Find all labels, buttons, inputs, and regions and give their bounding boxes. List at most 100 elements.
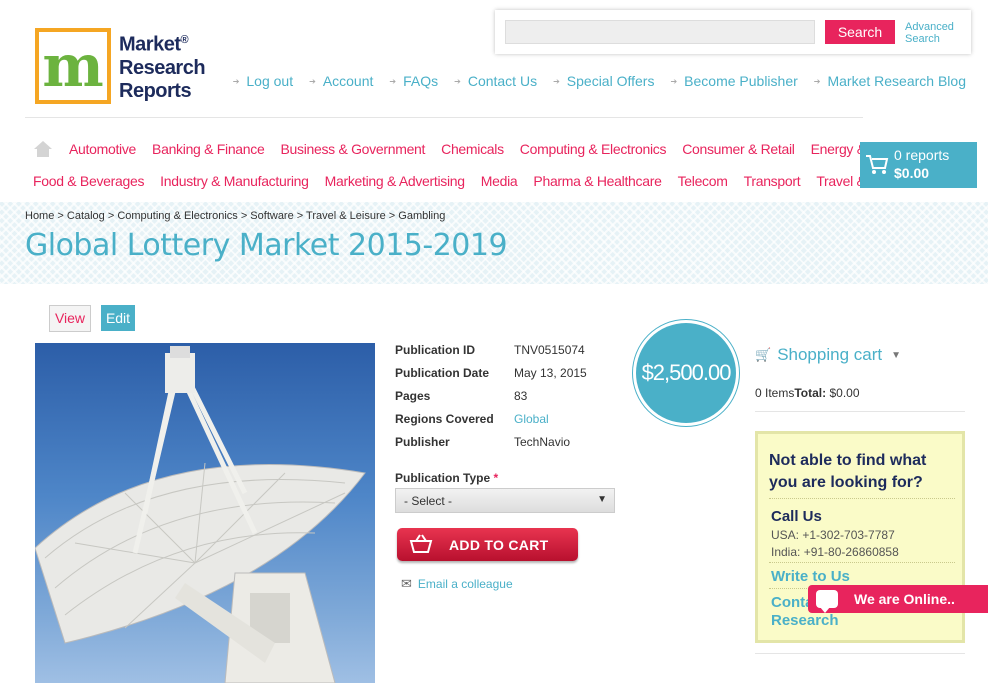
chevron-down-icon: ▼ [891,349,901,361]
home-icon[interactable] [33,140,53,158]
chat-bubble-icon [816,590,838,613]
registered-mark: ® [180,34,189,47]
product-image [35,343,375,683]
cart-items-count: 0 Items [755,386,795,400]
publication-type-label-text: Publication Type [395,471,491,485]
top-link-contact[interactable]: ➔ Contact Us [454,73,537,89]
chat-label: We are Online.. [854,591,955,607]
usa-phone: USA: +1-302-703-7787 [771,528,895,542]
top-link-label: FAQs [403,73,439,89]
detail-value: May 13, 2015 [514,366,587,380]
help-divider [769,498,955,499]
category-consumer-retail[interactable]: Consumer & Retail [682,141,795,158]
page-title: Global Lottery Market 2015-2019 [25,228,508,263]
top-link-logout[interactable]: ➔ Log out [233,73,293,89]
advanced-search-line-1: Advanced [905,21,954,33]
regions-link[interactable]: Global [514,412,549,426]
detail-label: Publication Date [395,366,490,380]
header-divider [25,117,863,118]
publication-type-select[interactable]: - Select - ▼ [395,488,615,513]
detail-value: 83 [514,389,528,403]
search-button[interactable]: Search [825,20,895,44]
arrow-icon: ➔ [454,76,461,86]
cart-total: $0.00 [894,165,930,181]
arrow-icon: ➔ [309,76,316,86]
top-link-account[interactable]: ➔ Account [309,73,373,89]
category-chemicals[interactable]: Chemicals [441,141,504,158]
live-chat-button[interactable]: We are Online.. [808,585,988,613]
category-banking-finance[interactable]: Banking & Finance [152,141,265,158]
logo[interactable]: m Market® Research Reports [35,28,206,104]
category-nav-row-2: Food & Beverages Industry & Manufacturin… [33,173,913,189]
advanced-search-line-2: Search [905,33,940,45]
top-link-special-offers[interactable]: ➔ Special Offers [553,73,654,89]
detail-row-publisher: Publisher TechNavio [395,435,625,451]
price-badge: $2,500.00 [636,323,736,423]
cart-icon: 🛒 [755,347,772,362]
detail-row-publication-date: Publication Date May 13, 2015 [395,366,625,382]
top-links: ➔ Log out ➔ Account ➔ FAQs ➔ Contact Us ➔ Spe… [233,73,966,89]
category-marketing-advertising[interactable]: Marketing & Advertising [325,173,465,189]
category-transport[interactable]: Transport [744,173,801,189]
arrow-icon: ➔ [670,76,678,86]
search-input[interactable] [505,20,815,44]
detail-row-pages: Pages 83 [395,389,625,405]
category-pharma-healthcare[interactable]: Pharma & Healthcare [533,173,661,189]
basket-icon [409,534,433,553]
logo-letter: m [42,32,104,100]
title-band: Home > Catalog > Computing & Electronics… [0,202,988,284]
publication-type-label: Publication Type * [395,471,498,485]
logo-line-3: Reports [119,79,192,102]
write-to-us-link[interactable]: Write to Us [771,568,850,585]
shopping-cart-title: Shopping cart [777,345,883,364]
required-marker: * [493,471,499,485]
top-link-label: Contact Us [467,73,538,89]
select-value: - Select - [404,494,453,508]
arrow-icon: ➔ [813,76,821,86]
email-colleague-link[interactable]: ✉ Email a colleague [401,576,513,592]
cart-icon [866,155,889,174]
top-link-label: Account [322,73,374,89]
call-us-heading: Call Us [771,508,822,525]
top-link-label: Become Publisher [684,73,798,89]
logo-line-1: Market [119,33,181,56]
category-telecom[interactable]: Telecom [678,173,728,189]
category-automotive[interactable]: Automotive [69,141,136,158]
detail-label: Publisher [395,435,450,449]
tab-view[interactable]: View [49,305,91,332]
top-link-become-publisher[interactable]: ➔ Become Publisher [670,73,797,89]
category-industry-manufacturing[interactable]: Industry & Manufacturing [160,173,309,189]
arrow-icon: ➔ [389,76,397,86]
dropdown-caret-icon: ▼ [597,494,607,505]
top-link-label: Special Offers [566,73,655,89]
logo-text: Market® Research Reports [119,29,206,103]
top-link-label: Log out [246,73,294,89]
india-phone: India: +91-80-26860858 [771,545,899,559]
category-nav-row-1: Automotive Banking & Finance Business & … [33,141,912,158]
help-divider [769,562,955,563]
cart-total-value: $0.00 [826,386,860,400]
tab-edit[interactable]: Edit [101,305,135,331]
top-link-blog[interactable]: ➔ Market Research Blog [814,73,966,89]
logo-line-2: Research [119,56,206,79]
detail-label: Pages [395,389,431,403]
help-title: Not able to find what you are looking fo… [769,452,927,491]
category-computing-electronics[interactable]: Computing & Electronics [520,141,667,158]
logo-mark: m [35,28,111,104]
breadcrumb[interactable]: Home > Catalog > Computing & Electronics… [25,210,445,222]
category-media[interactable]: Media [481,173,518,189]
header-cart[interactable]: 0 reports $0.00 [860,142,977,188]
top-link-faqs[interactable]: ➔ FAQs [389,73,438,89]
top-link-label: Market Research Blog [827,73,966,89]
add-to-cart-label: ADD TO CART [449,537,549,553]
cart-total-label: Total: [794,386,827,400]
shopping-cart-heading[interactable]: 🛒 Shopping cart ▼ [755,345,901,365]
email-colleague-label: Email a colleague [417,577,513,591]
detail-label: Regions Covered [395,412,494,426]
arrow-icon: ➔ [553,76,560,86]
add-to-cart-button[interactable]: ADD TO CART [397,528,578,561]
category-business-government[interactable]: Business & Government [280,141,425,158]
advanced-search-link[interactable]: Advanced Search [905,21,954,45]
shopping-cart-summary: 0 ItemsTotal: $0.00 [755,386,860,400]
category-food-beverages[interactable]: Food & Beverages [33,173,144,189]
